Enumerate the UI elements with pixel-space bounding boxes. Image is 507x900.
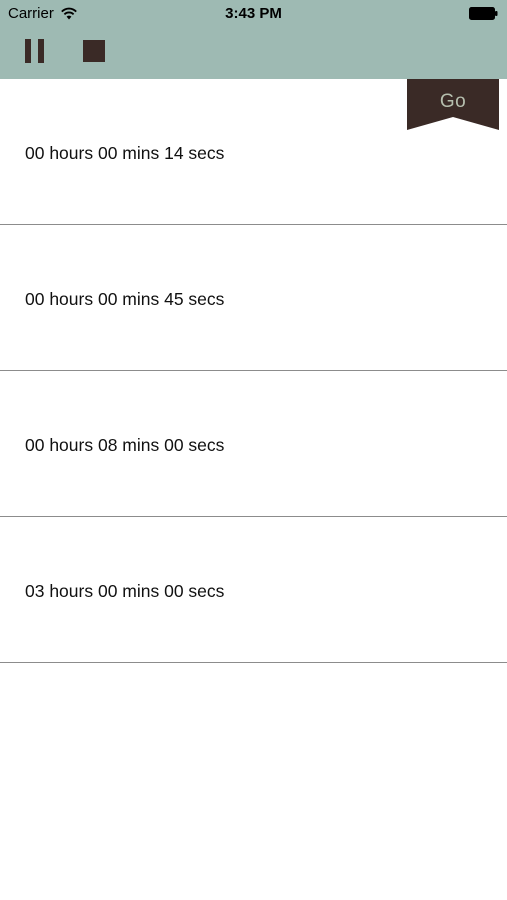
timer-list: 00 hours 00 mins 14 secs 00 hours 00 min… <box>0 79 507 663</box>
timer-label: 00 hours 08 mins 00 secs <box>25 435 225 455</box>
timer-row[interactable]: 00 hours 00 mins 45 secs <box>0 225 507 371</box>
go-button[interactable]: Go <box>407 79 499 130</box>
timer-label: 00 hours 00 mins 45 secs <box>25 289 225 309</box>
timer-row[interactable]: 03 hours 00 mins 00 secs <box>0 517 507 663</box>
pause-button[interactable] <box>24 39 46 63</box>
timer-row[interactable]: 00 hours 08 mins 00 secs <box>0 371 507 517</box>
stop-button[interactable] <box>83 40 105 62</box>
pause-icon <box>25 39 31 63</box>
timer-label: 00 hours 00 mins 14 secs <box>25 143 225 163</box>
battery-icon <box>469 7 498 20</box>
go-label: Go <box>439 91 467 112</box>
status-bar: Carrier 3:43 PM <box>0 0 507 28</box>
app-header: Carrier 3:43 PM <box>0 0 507 79</box>
status-time: 3:43 PM <box>225 5 282 22</box>
timer-label: 03 hours 00 mins 00 secs <box>25 581 225 601</box>
pause-icon-bar <box>38 39 44 63</box>
